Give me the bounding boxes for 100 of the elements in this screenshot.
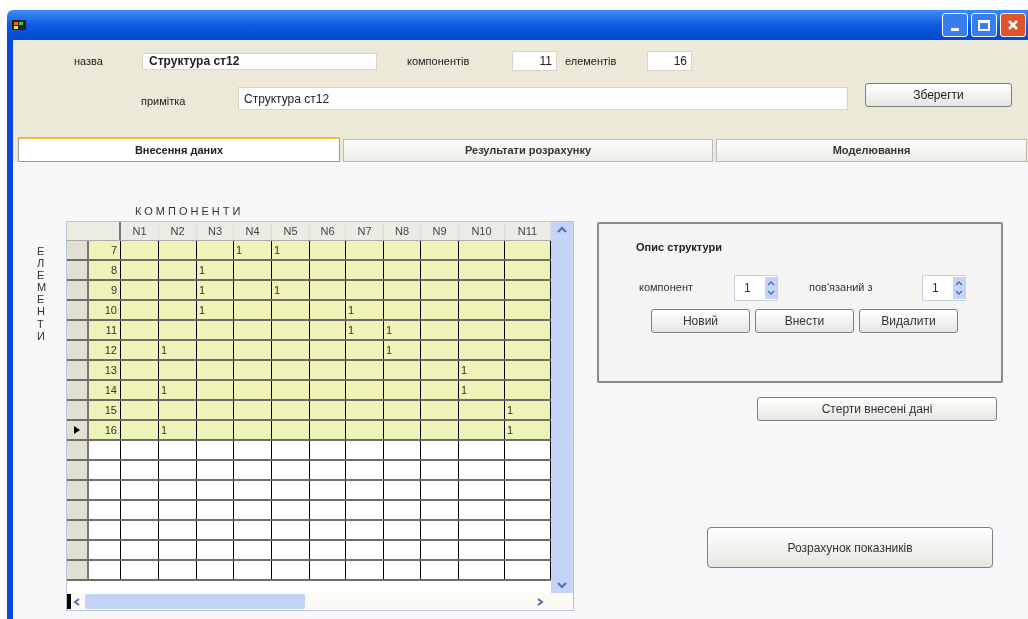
table-cell[interactable] bbox=[234, 421, 272, 439]
table-cell[interactable] bbox=[234, 281, 272, 299]
table-cell[interactable] bbox=[272, 341, 310, 359]
table-cell[interactable] bbox=[121, 321, 159, 339]
column-header[interactable]: N9 bbox=[421, 222, 459, 240]
scroll-down-icon[interactable] bbox=[555, 579, 569, 591]
table-cell[interactable] bbox=[384, 381, 421, 399]
table-cell[interactable] bbox=[234, 361, 272, 379]
table-cell[interactable]: 1 bbox=[505, 401, 551, 419]
table-cell[interactable]: 1 bbox=[459, 381, 505, 399]
table-cell[interactable] bbox=[159, 301, 197, 319]
table-cell[interactable] bbox=[310, 401, 346, 419]
table-cell[interactable] bbox=[384, 261, 421, 279]
column-header[interactable]: N10 bbox=[459, 222, 505, 240]
table-cell[interactable] bbox=[234, 381, 272, 399]
column-header[interactable]: N2 bbox=[159, 222, 197, 240]
table-cell[interactable] bbox=[505, 341, 551, 359]
table-cell[interactable]: 1 bbox=[459, 361, 505, 379]
column-header[interactable]: N3 bbox=[197, 222, 234, 240]
table-cell[interactable] bbox=[459, 321, 505, 339]
table-cell[interactable] bbox=[234, 301, 272, 319]
column-header[interactable]: N8 bbox=[384, 222, 421, 240]
table-cell[interactable]: 1 bbox=[384, 341, 421, 359]
close-icon[interactable] bbox=[1007, 19, 1019, 31]
table-cell[interactable] bbox=[159, 361, 197, 379]
column-header[interactable]: N7 bbox=[346, 222, 384, 240]
table-cell[interactable] bbox=[310, 341, 346, 359]
panel-button[interactable]: Внести bbox=[755, 308, 854, 333]
clear-data-button[interactable]: Стерти внесені дані bbox=[757, 397, 997, 421]
horizontal-scrollbar[interactable] bbox=[67, 593, 573, 610]
table-cell[interactable]: 1 bbox=[159, 381, 197, 399]
table-cell[interactable] bbox=[272, 301, 310, 319]
table-cell[interactable] bbox=[505, 241, 551, 259]
name-field[interactable]: Структура ст12 bbox=[142, 52, 377, 70]
tab[interactable]: Моделювання bbox=[716, 139, 1027, 162]
table-cell[interactable] bbox=[121, 421, 159, 439]
table-cell[interactable] bbox=[272, 321, 310, 339]
table-cell[interactable] bbox=[197, 241, 234, 259]
table-cell[interactable] bbox=[272, 421, 310, 439]
table-cell[interactable] bbox=[121, 381, 159, 399]
table-cell[interactable] bbox=[505, 281, 551, 299]
table-cell[interactable] bbox=[346, 421, 384, 439]
scroll-thumb[interactable] bbox=[85, 594, 305, 609]
panel-button[interactable]: Видалити bbox=[859, 308, 958, 333]
table-cell[interactable] bbox=[197, 381, 234, 399]
table-cell[interactable] bbox=[310, 281, 346, 299]
table-cell[interactable] bbox=[459, 341, 505, 359]
table-cell[interactable] bbox=[121, 281, 159, 299]
table-cell[interactable] bbox=[121, 301, 159, 319]
table-cell[interactable]: 1 bbox=[197, 301, 234, 319]
table-cell[interactable] bbox=[310, 381, 346, 399]
table-cell[interactable] bbox=[310, 361, 346, 379]
table-cell[interactable] bbox=[159, 241, 197, 259]
tab[interactable]: Результати розрахунку bbox=[343, 139, 713, 162]
table-cell[interactable] bbox=[505, 321, 551, 339]
scrollbar[interactable] bbox=[551, 222, 573, 593]
table-cell[interactable] bbox=[234, 261, 272, 279]
column-header[interactable]: N1 bbox=[121, 222, 159, 240]
table-cell[interactable] bbox=[159, 281, 197, 299]
save-button[interactable]: Зберегти bbox=[865, 83, 1012, 107]
table-cell[interactable] bbox=[272, 381, 310, 399]
table-cell[interactable] bbox=[346, 401, 384, 419]
table-cell[interactable] bbox=[384, 401, 421, 419]
panel-button[interactable]: Новий bbox=[651, 308, 750, 333]
note-field[interactable]: Структура ст12 bbox=[238, 87, 848, 110]
table-cell[interactable] bbox=[310, 241, 346, 259]
table-cell[interactable] bbox=[346, 381, 384, 399]
table-cell[interactable] bbox=[310, 301, 346, 319]
table-cell[interactable]: 1 bbox=[272, 281, 310, 299]
table-cell[interactable] bbox=[384, 361, 421, 379]
table-cell[interactable] bbox=[121, 261, 159, 279]
table-cell[interactable]: 1 bbox=[272, 241, 310, 259]
table-cell[interactable] bbox=[421, 321, 459, 339]
spinner-arrows-icon[interactable] bbox=[953, 276, 965, 299]
table-cell[interactable] bbox=[421, 261, 459, 279]
table-cell[interactable] bbox=[384, 281, 421, 299]
table-cell[interactable] bbox=[310, 321, 346, 339]
table-cell[interactable] bbox=[234, 401, 272, 419]
table-cell[interactable] bbox=[505, 381, 551, 399]
table-cell[interactable] bbox=[159, 321, 197, 339]
table-cell[interactable]: 1 bbox=[159, 341, 197, 359]
table-cell[interactable] bbox=[384, 301, 421, 319]
table-cell[interactable] bbox=[459, 421, 505, 439]
column-header[interactable]: N6 bbox=[310, 222, 346, 240]
close-button[interactable] bbox=[1000, 13, 1026, 37]
table-cell[interactable]: 1 bbox=[234, 241, 272, 259]
linked-spinner[interactable]: 1 bbox=[922, 274, 966, 301]
table-cell[interactable] bbox=[384, 421, 421, 439]
minimize-button[interactable] bbox=[942, 13, 968, 37]
table-cell[interactable]: 1 bbox=[384, 321, 421, 339]
table-cell[interactable] bbox=[421, 421, 459, 439]
table-cell[interactable] bbox=[197, 321, 234, 339]
table-cell[interactable] bbox=[421, 381, 459, 399]
table-cell[interactable]: 1 bbox=[346, 321, 384, 339]
table-cell[interactable] bbox=[310, 261, 346, 279]
components-field[interactable]: 11 bbox=[512, 51, 557, 71]
calculate-button[interactable]: Розрахунок показників bbox=[707, 527, 993, 568]
row-selector[interactable] bbox=[67, 421, 89, 439]
table-cell[interactable] bbox=[459, 281, 505, 299]
table-cell[interactable]: 1 bbox=[505, 421, 551, 439]
